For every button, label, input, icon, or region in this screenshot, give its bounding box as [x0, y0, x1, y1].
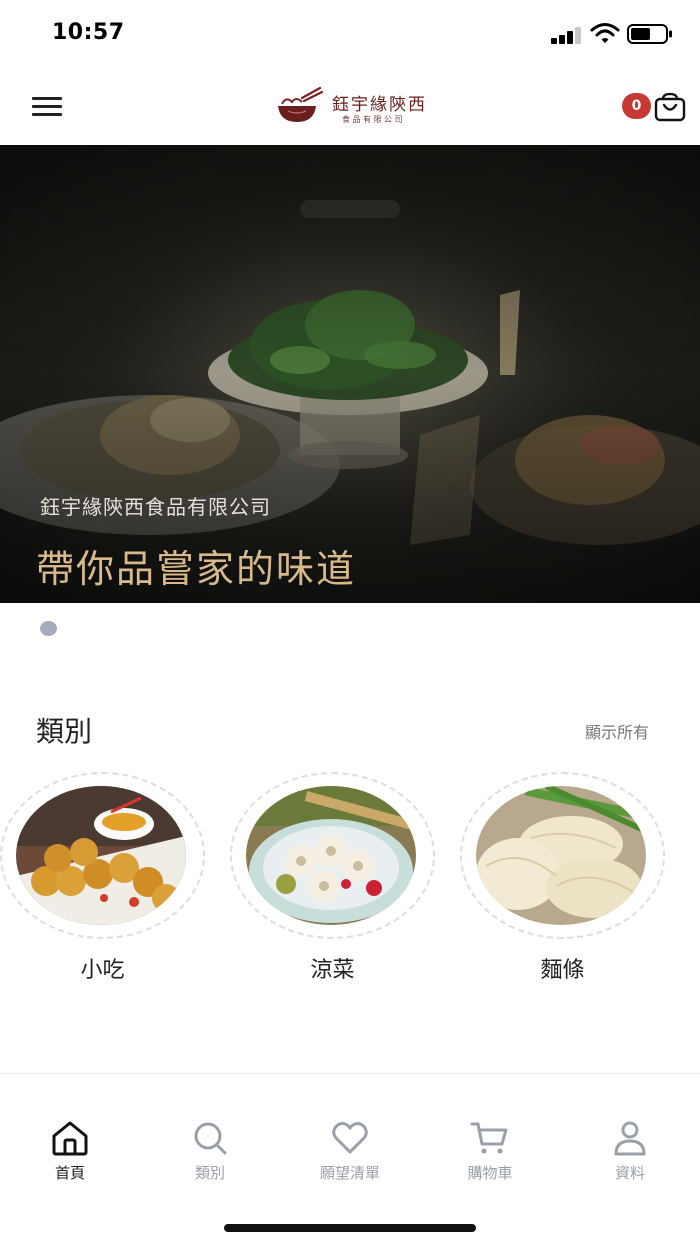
- nav-label: 首頁: [54, 1164, 85, 1182]
- nav-item-categories[interactable]: 類別: [140, 1108, 280, 1188]
- nav-label: 類別: [194, 1164, 225, 1182]
- nav-label: 購物車: [467, 1164, 513, 1182]
- carousel-indicator-dot[interactable]: [40, 621, 57, 636]
- noodle-bowl-logo-icon: [278, 86, 324, 122]
- home-icon: [52, 1121, 88, 1156]
- hero-subtitle: 鈺宇緣陝西食品有限公司: [40, 495, 271, 519]
- category-card-snacks[interactable]: 小吃: [0, 772, 205, 987]
- app-header: 鈺宇緣陝西 食品有限公司 0: [0, 70, 700, 145]
- cart-icon: [470, 1122, 508, 1154]
- wifi-icon: [590, 23, 620, 43]
- bottom-navigation: 首頁 類別 願望清單 購物車 資料: [0, 1108, 700, 1188]
- menu-button[interactable]: [30, 94, 64, 120]
- hero-food-image: [0, 145, 700, 603]
- category-label: 麵條: [540, 958, 585, 983]
- hero-title: 帶你品嘗家的味道: [36, 547, 357, 591]
- category-image-snacks: [16, 786, 186, 925]
- nav-item-cart[interactable]: 購物車: [420, 1108, 560, 1188]
- cellular-signal-icon: [551, 26, 585, 44]
- hero-banner[interactable]: 鈺宇緣陝西食品有限公司 帶你品嘗家的味道: [0, 145, 700, 603]
- search-icon: [194, 1122, 227, 1155]
- shopping-bag-icon[interactable]: [654, 92, 686, 122]
- cart-count-badge: 0: [622, 93, 651, 119]
- status-time: 10:57: [52, 20, 125, 45]
- show-all-link[interactable]: 顯示所有: [585, 719, 649, 743]
- heart-icon: [332, 1122, 368, 1154]
- nav-item-wishlist[interactable]: 願望清單: [280, 1108, 420, 1188]
- nav-item-home[interactable]: 首頁: [0, 1108, 140, 1188]
- categories-heading: 類別: [36, 715, 93, 748]
- status-bar: 10:57: [0, 0, 700, 70]
- home-indicator: [224, 1224, 476, 1232]
- category-image-noodles: [476, 786, 646, 925]
- nav-item-profile[interactable]: 資料: [560, 1108, 700, 1188]
- category-label: 小吃: [80, 958, 125, 983]
- nav-label: 願望清單: [319, 1164, 380, 1182]
- category-image-cold-dishes: [246, 786, 416, 925]
- category-card-noodles[interactable]: 麵條: [460, 772, 665, 987]
- brand-subtitle: 食品有限公司: [342, 115, 405, 124]
- category-card-cold-dishes[interactable]: 涼菜: [230, 772, 435, 987]
- divider: [0, 1073, 700, 1074]
- category-label: 涼菜: [310, 958, 355, 983]
- user-icon: [614, 1121, 646, 1156]
- brand-name: 鈺宇緣陝西: [332, 95, 427, 115]
- battery-icon: [627, 24, 672, 44]
- nav-label: 資料: [614, 1164, 645, 1182]
- brand-logo[interactable]: 鈺宇緣陝西 食品有限公司: [276, 84, 426, 132]
